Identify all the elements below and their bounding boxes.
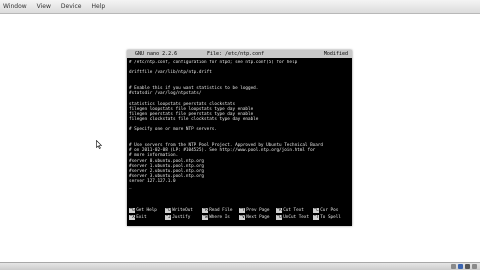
nano-shortcut-bar: ^G Get Help ^O WriteOut ^R Read File ^Y Prev Pa… (127, 208, 352, 224)
shortcut-label: UnCut Text (283, 215, 310, 220)
tray-disk-icon[interactable] (451, 264, 456, 269)
shortcut-label: Get Help (136, 208, 157, 213)
menu-window[interactable]: Window (0, 0, 32, 13)
shortcut-item[interactable]: ^Y Prev Page (239, 208, 269, 214)
shortcut-label: Cut Text (283, 208, 304, 213)
nano-title-bar: GNU nano 2.2.6 File: /etc/ntp.conf Modif… (127, 50, 352, 58)
shortcut-item[interactable]: ^R Read File (202, 208, 232, 214)
text-editor-area[interactable]: # /etc/ntp.conf, configuration for ntpd;… (129, 60, 350, 206)
menu-help[interactable]: Help (86, 0, 110, 13)
mouse-pointer-icon (96, 140, 102, 149)
system-tray (451, 264, 477, 270)
shortcut-item[interactable]: ^K Cut Text (276, 208, 304, 214)
shortcut-label: WriteOut (172, 208, 193, 213)
shortcut-label: Justify (172, 215, 191, 220)
tray-usb-icon[interactable] (465, 264, 470, 269)
shortcut-item[interactable]: ^X Exit (129, 215, 147, 221)
shortcut-label: Where Is (209, 215, 230, 220)
shortcut-item[interactable]: ^T To Spell (313, 215, 341, 221)
shortcut-item[interactable]: ^O WriteOut (165, 208, 193, 214)
shortcut-item[interactable]: ^V Next Page (239, 215, 269, 221)
status-bar (0, 262, 480, 270)
shortcut-row-2: ^X Exit ^J Justify ^W Where Is ^V Next Page ^U Un… (127, 215, 352, 222)
nano-status: Modified (323, 51, 348, 57)
shortcut-item[interactable]: ^U UnCut Text (276, 215, 309, 221)
editor-line: _ (129, 184, 132, 190)
shortcut-label: Exit (136, 215, 147, 220)
shortcut-label: To Spell (320, 215, 341, 220)
nano-filename: File: /etc/ntp.conf (207, 51, 265, 57)
shortcut-item[interactable]: ^G Get Help (129, 208, 157, 214)
shortcut-item[interactable]: ^W Where Is (202, 215, 230, 221)
shortcut-label: Read File (209, 208, 233, 213)
shortcut-row-1: ^G Get Help ^O WriteOut ^R Read File ^Y Prev Pa… (127, 208, 352, 215)
shortcut-label: Prev Page (246, 208, 270, 213)
tray-display-icon[interactable] (472, 264, 477, 269)
vm-window: Window View Device Help GNU nano 2.2.6 F… (0, 0, 480, 270)
shortcut-label: Cur Pos (320, 208, 339, 213)
shortcut-item[interactable]: ^J Justify (165, 215, 190, 221)
menu-bar: Window View Device Help (0, 0, 480, 14)
tray-network-icon[interactable] (458, 264, 463, 269)
shortcut-item[interactable]: ^C Cur Pos (313, 208, 338, 214)
menu-view[interactable]: View (32, 0, 56, 13)
terminal-window[interactable]: GNU nano 2.2.6 File: /etc/ntp.conf Modif… (127, 50, 352, 226)
menu-device[interactable]: Device (56, 0, 87, 13)
shortcut-label: Next Page (246, 215, 270, 220)
nano-version: GNU nano 2.2.6 (135, 51, 178, 57)
